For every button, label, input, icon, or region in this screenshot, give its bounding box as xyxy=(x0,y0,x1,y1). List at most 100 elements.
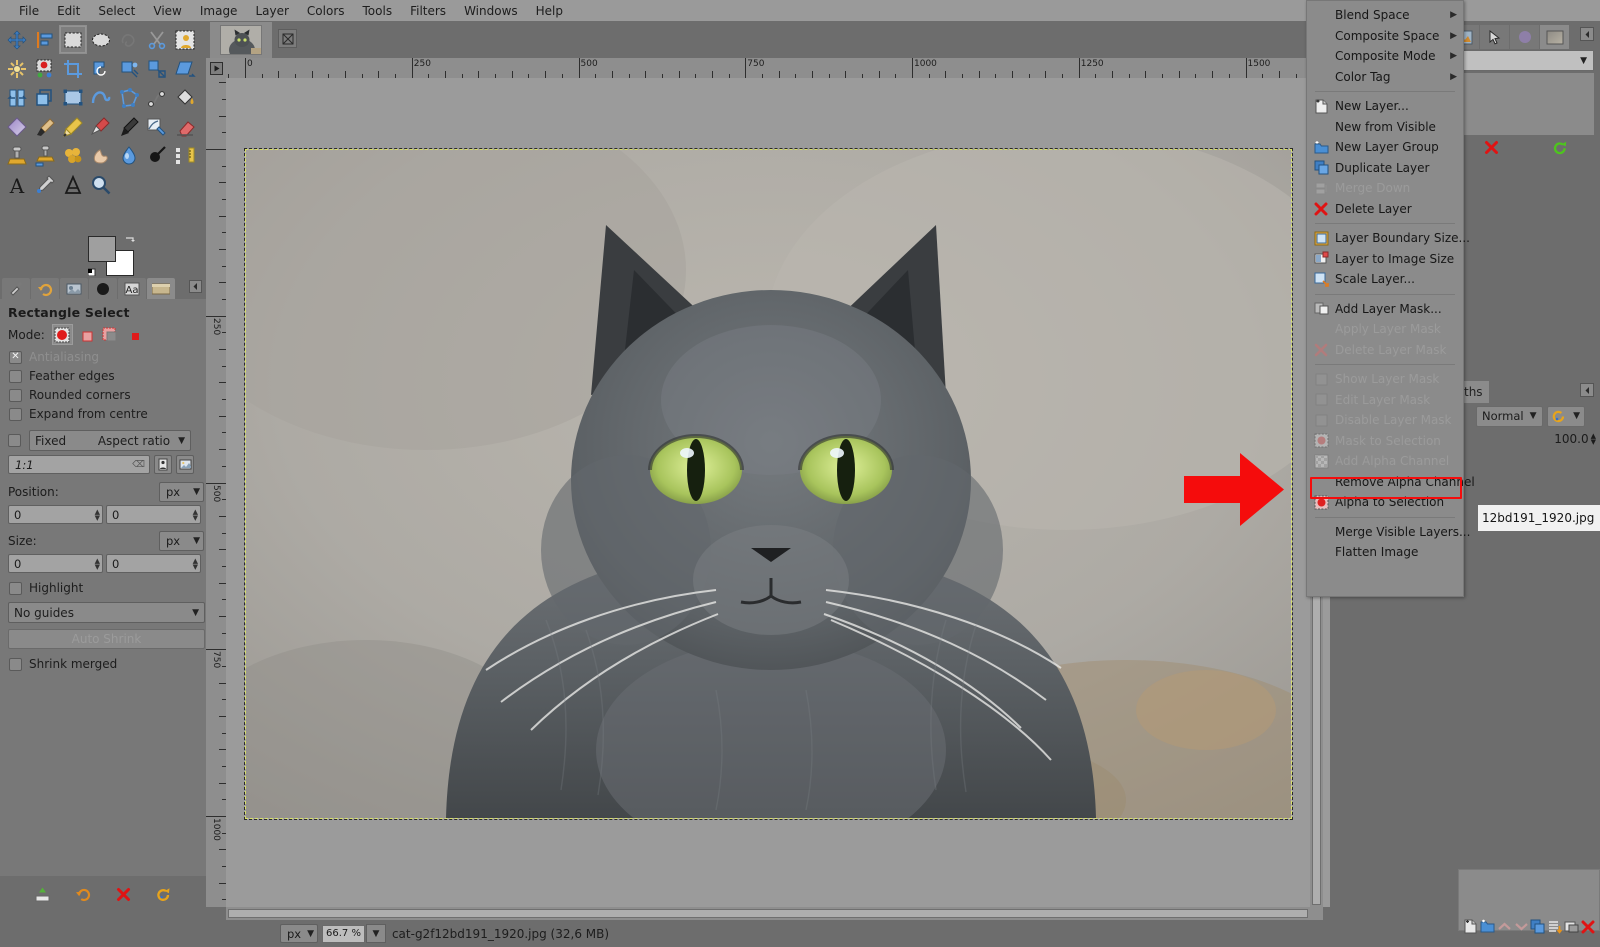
unified-transform-tool[interactable] xyxy=(115,54,143,83)
gradient-tool[interactable] xyxy=(3,112,31,141)
heal-tool[interactable] xyxy=(59,141,87,170)
patterns-tab[interactable] xyxy=(147,278,175,299)
new-layer-icon[interactable] xyxy=(1463,919,1478,937)
zoom-chevron-down-icon[interactable]: ▼ xyxy=(366,924,386,943)
vertical-ruler[interactable]: 2505007501000 xyxy=(206,78,226,907)
position-unit-combo[interactable]: px ▼ xyxy=(159,482,204,502)
crop-tool[interactable] xyxy=(59,54,87,83)
select-by-color-tool[interactable] xyxy=(31,54,59,83)
reset-tool-options-icon[interactable] xyxy=(155,886,172,906)
perspective-clone-tool[interactable] xyxy=(31,141,59,170)
lower-layer-icon[interactable] xyxy=(1514,919,1529,937)
menu-item-show-layer-mask[interactable]: Show Layer Mask xyxy=(1307,369,1463,390)
stepper-icon[interactable]: ▲▼ xyxy=(95,558,100,570)
dodge-burn-tool[interactable] xyxy=(143,141,171,170)
fixed-checkbox[interactable] xyxy=(8,434,21,447)
ellipse-select-tool[interactable] xyxy=(87,25,115,54)
blur-sharpen-tool[interactable] xyxy=(115,141,143,170)
scale-tool[interactable] xyxy=(143,54,171,83)
menu-item-color-tag[interactable]: Color Tag▶ xyxy=(1307,67,1463,88)
handle-transform-tool[interactable] xyxy=(59,83,87,112)
menu-item-flatten-image[interactable]: Flatten Image xyxy=(1307,542,1463,563)
shear-tool[interactable] xyxy=(171,54,199,83)
zoom-combo[interactable]: 66.7 % ▼ xyxy=(322,924,386,943)
menu-item-add-alpha-channel[interactable]: Add Alpha Channel xyxy=(1307,451,1463,472)
navigation-preview-button[interactable] xyxy=(1310,907,1323,920)
color-picker-tool[interactable] xyxy=(31,170,59,199)
rounded-corners-row[interactable]: Rounded corners xyxy=(9,388,201,402)
canvas-area[interactable] xyxy=(226,78,1330,907)
layers-list[interactable]: 12bd191_1920.jpg xyxy=(1458,449,1600,569)
device-status-tab[interactable] xyxy=(60,278,88,299)
smudge-tool[interactable] xyxy=(87,141,115,170)
menu-item-remove-alpha-channel[interactable]: Remove Alpha Channel xyxy=(1307,472,1463,493)
swap-colors-icon[interactable] xyxy=(124,236,136,247)
move-tool[interactable] xyxy=(3,25,31,54)
gradients-tab[interactable] xyxy=(1540,25,1569,49)
scissors-select-tool[interactable] xyxy=(143,25,171,54)
pointer-tab[interactable] xyxy=(1480,25,1509,49)
menubar-item-file[interactable]: File xyxy=(10,2,48,20)
stepper-icon[interactable]: ▲▼ xyxy=(193,509,198,521)
add-layer-mask-icon[interactable] xyxy=(1564,919,1579,937)
stepper-icon[interactable]: ▲▼ xyxy=(193,558,198,570)
anchor-layer-icon[interactable] xyxy=(1547,919,1562,937)
size-unit-combo[interactable]: px ▼ xyxy=(159,531,204,551)
menu-item-delete-layer[interactable]: Delete Layer xyxy=(1307,199,1463,220)
position-x-input[interactable]: 0 ▲▼ xyxy=(8,505,103,524)
eraser-tool[interactable] xyxy=(171,112,199,141)
composite-mode-button[interactable]: ▼ xyxy=(1547,406,1585,427)
save-tool-preset-icon[interactable] xyxy=(34,886,51,906)
right-dock-menu-button[interactable] xyxy=(1580,27,1594,41)
new-layer-group-icon[interactable] xyxy=(1480,919,1495,937)
menu-item-composite-space[interactable]: Composite Space▶ xyxy=(1307,26,1463,47)
menubar-item-filters[interactable]: Filters xyxy=(401,2,455,20)
pencil-tool[interactable] xyxy=(59,112,87,141)
size-height-input[interactable]: 0 ▲▼ xyxy=(106,554,201,573)
antialiasing-row[interactable]: Antialiasing xyxy=(9,350,201,364)
auto-shrink-button[interactable]: Auto Shrink xyxy=(8,629,205,649)
menubar-item-windows[interactable]: Windows xyxy=(455,2,527,20)
ruler-origin-button[interactable] xyxy=(206,58,226,78)
close-image-icon[interactable] xyxy=(278,29,297,48)
menu-item-disable-layer-mask[interactable]: Disable Layer Mask xyxy=(1307,410,1463,431)
intersect-mode-button[interactable] xyxy=(124,324,145,345)
antialiasing-checkbox[interactable] xyxy=(9,351,22,364)
menu-item-new-layer[interactable]: New Layer... xyxy=(1307,96,1463,117)
menu-item-blend-space[interactable]: Blend Space▶ xyxy=(1307,5,1463,26)
menu-item-new-from-visible[interactable]: New from Visible xyxy=(1307,117,1463,138)
zoom-tool[interactable] xyxy=(87,170,115,199)
statusbar-unit-combo[interactable]: px ▼ xyxy=(280,924,318,943)
expand-from-centre-row[interactable]: Expand from centre xyxy=(9,407,201,421)
feather-edges-checkbox[interactable] xyxy=(9,370,22,383)
horizontal-ruler[interactable]: 0250500750100012501500 xyxy=(226,58,1330,78)
menu-item-merge-down[interactable]: Merge Down xyxy=(1307,178,1463,199)
feather-edges-row[interactable]: Feather edges xyxy=(9,369,201,383)
menu-item-scale-layer[interactable]: Scale Layer... xyxy=(1307,269,1463,290)
horizontal-scrollbar[interactable] xyxy=(226,907,1310,920)
menubar-item-edit[interactable]: Edit xyxy=(48,2,89,20)
free-select-tool[interactable] xyxy=(115,25,143,54)
foreground-select-tool[interactable] xyxy=(171,25,199,54)
add-mode-button[interactable] xyxy=(76,324,97,345)
menu-item-composite-mode[interactable]: Composite Mode▶ xyxy=(1307,46,1463,67)
paintbrush-tool[interactable] xyxy=(31,112,59,141)
menu-item-mask-to-selection[interactable]: Mask to Selection xyxy=(1307,431,1463,452)
menubar-item-view[interactable]: View xyxy=(144,2,190,20)
gradient-select-combo[interactable]: ▼ xyxy=(1458,50,1594,71)
hscroll-thumb[interactable] xyxy=(228,909,1308,918)
menu-item-layer-to-image-size[interactable]: Layer to Image Size xyxy=(1307,249,1463,270)
portrait-orientation-button[interactable] xyxy=(154,455,172,474)
menu-item-merge-visible-layers[interactable]: Merge Visible Layers... xyxy=(1307,522,1463,543)
stepper-icon[interactable]: ▲▼ xyxy=(95,509,100,521)
menu-item-new-layer-group[interactable]: New Layer Group xyxy=(1307,137,1463,158)
duplicate-layer-icon[interactable] xyxy=(1530,919,1545,937)
menu-item-delete-layer-mask[interactable]: Delete Layer Mask xyxy=(1307,340,1463,361)
delete-tool-preset-icon[interactable] xyxy=(116,887,131,905)
measure-tool[interactable] xyxy=(171,141,199,170)
blend-mode-combo[interactable]: Normal ▼ xyxy=(1476,406,1543,427)
mypaint-brush-tool[interactable] xyxy=(143,112,171,141)
fixed-combo[interactable]: Fixed Aspect ratio ▼ xyxy=(29,430,191,451)
3d-transform-tool[interactable] xyxy=(31,83,59,112)
shrink-merged-checkbox[interactable] xyxy=(9,658,22,671)
